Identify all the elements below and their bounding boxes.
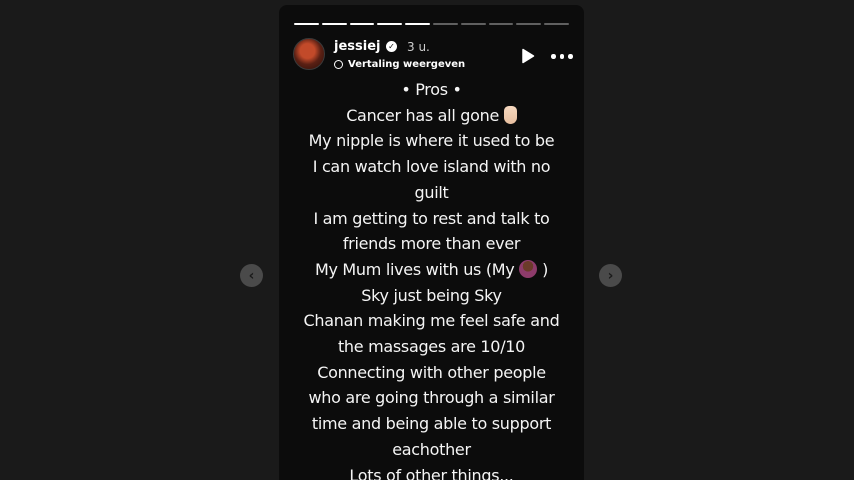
play-button[interactable] — [521, 48, 535, 64]
avatar[interactable] — [293, 38, 325, 70]
story-text-line: time and being able to support — [311, 414, 552, 434]
chevron-left-icon: ‹ — [248, 267, 255, 284]
previous-story-button[interactable]: ‹ — [240, 264, 263, 287]
time-ago: 3 u. — [407, 40, 430, 54]
more-options-button[interactable] — [551, 54, 573, 60]
story-text-line: the massages are 10/10 — [337, 337, 526, 357]
story-text-line: My Mum lives with us (My ) — [314, 259, 549, 279]
story-text-line: My nipple is where it used to be — [308, 131, 555, 151]
progress-segment — [460, 23, 486, 25]
progress-segment — [294, 23, 319, 25]
story-text-line: who are going through a similar — [308, 388, 555, 408]
story-text-line: Connecting with other people — [317, 362, 546, 382]
more-dot-icon — [559, 54, 564, 59]
story-text-line: Chanan making me feel safe and — [303, 311, 560, 331]
story-header: jessiej ✓ 3 u. Vertaling weergeven — [293, 38, 573, 72]
progress-segment — [544, 23, 569, 25]
story-text-line: • Pros • — [401, 80, 462, 99]
progress-segment — [516, 23, 542, 25]
chevron-right-icon: › — [607, 267, 614, 284]
crossed-fingers-emoji — [503, 105, 517, 124]
more-dot-icon — [568, 54, 573, 59]
play-icon — [522, 48, 535, 64]
story-card[interactable]: jessiej ✓ 3 u. Vertaling weergeven • Pro… — [279, 5, 584, 480]
translate-link[interactable]: Vertaling weergeven — [334, 57, 465, 71]
progress-segment — [488, 23, 514, 25]
story-text: • Pros • Cancer has all gone My nipple i… — [279, 77, 584, 480]
story-text-line: Lots of other things... — [349, 465, 514, 480]
next-story-button[interactable]: › — [599, 264, 622, 287]
translate-icon — [334, 59, 343, 69]
more-dot-icon — [551, 54, 556, 59]
story-text-line: eachother — [392, 439, 471, 459]
story-text-line: I can watch love island with no — [312, 157, 551, 177]
story-text-line: I am getting to rest and talk to — [313, 208, 550, 228]
story-text-line: guilt — [414, 182, 449, 202]
woman-emoji — [519, 259, 538, 278]
story-text-line: Sky just being Sky — [361, 285, 502, 305]
story-progress-bar — [294, 23, 569, 25]
verified-badge-icon: ✓ — [386, 41, 397, 52]
story-viewer: ‹ › jessiej ✓ 3 u. Vertaling weergeven •… — [0, 0, 854, 480]
translate-label: Vertaling weergeven — [348, 58, 466, 70]
progress-segment — [377, 23, 403, 25]
progress-segment — [405, 23, 430, 25]
progress-segment — [321, 23, 347, 25]
progress-segment — [432, 23, 458, 25]
story-text-line: friends more than ever — [342, 234, 521, 254]
story-text-line: Cancer has all gone — [279, 103, 584, 129]
progress-segment — [349, 23, 375, 25]
username[interactable]: jessiej — [334, 39, 380, 54]
